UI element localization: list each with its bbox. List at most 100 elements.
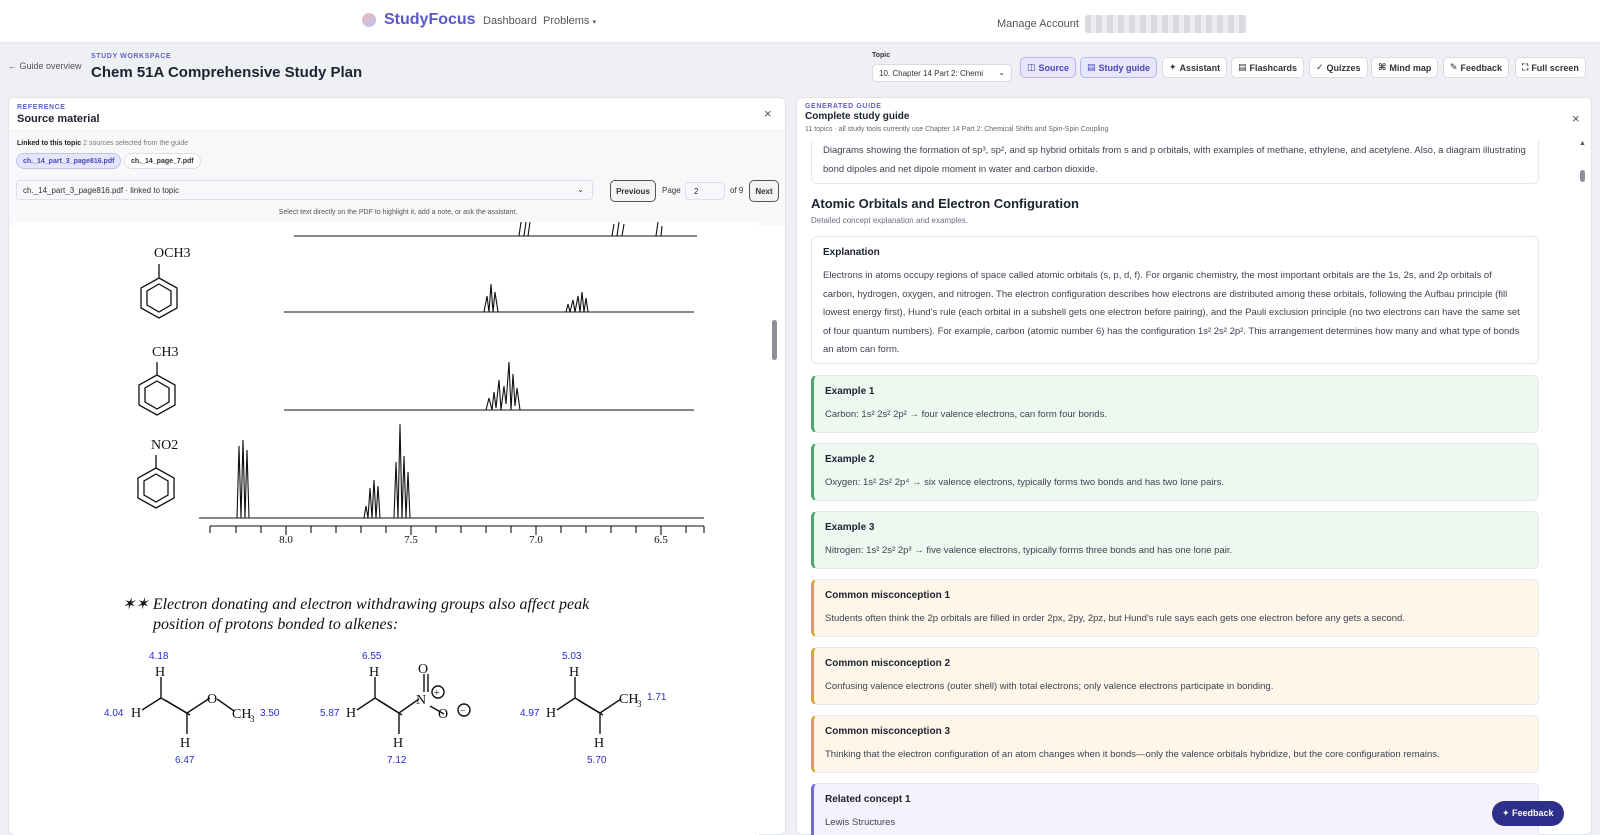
nav-dashboard-link[interactable]: Dashboard xyxy=(483,15,537,27)
guide-title: Complete study guide xyxy=(805,111,910,122)
svg-text:H: H xyxy=(594,736,604,751)
tool-feedback-button[interactable]: ✎ Feedback xyxy=(1443,57,1510,78)
pdf-page[interactable]: 8.0 7.5 7.0 6.5 OCH3 CH3 NO2 H H H O CH … xyxy=(14,222,759,835)
example-card: Example 3 Nitrogen: 1s² 2s² 2p³ → five v… xyxy=(811,511,1539,569)
card-title: Example 3 xyxy=(825,522,875,533)
page-count: of 9 xyxy=(730,186,744,195)
guide-subtitle: 11 topics · all study tools currently us… xyxy=(805,126,1109,133)
card-title: Related concept 1 xyxy=(825,794,911,805)
shift-label: 7.12 xyxy=(387,755,407,766)
assistant-icon: ✦ xyxy=(1169,62,1177,72)
misconception-card: Common misconception 1 Students often th… xyxy=(811,579,1539,637)
shift-label: 5.03 xyxy=(562,651,582,662)
guide-scrollbar[interactable]: ▲ xyxy=(1578,140,1588,835)
svg-text:H: H xyxy=(369,665,379,680)
shift-label: 5.87 xyxy=(320,708,340,719)
top-nav: StudyFocus Dashboard Problems ▾ Manage A… xyxy=(0,0,1600,43)
card-text: Electrons in atoms occupy regions of spa… xyxy=(823,270,1520,356)
full-screen-icon: ⛶ xyxy=(1522,62,1529,72)
tool-study-guide-button[interactable]: ▤ Study guide xyxy=(1080,57,1158,78)
axis-tick: 7.5 xyxy=(404,534,418,546)
pdf-note-text: ✶✶ Electron donating and electron withdr… xyxy=(122,596,590,633)
source-chip[interactable]: ch._14_page_7.pdf xyxy=(124,153,201,169)
svg-text:H: H xyxy=(131,706,141,721)
card-title: Example 2 xyxy=(825,454,875,465)
flashcards-icon: ▤ xyxy=(1238,62,1247,72)
source-eyebrow: REFERENCE xyxy=(17,104,66,111)
study-guide-icon: ▤ xyxy=(1087,62,1096,72)
substituent-label: OCH3 xyxy=(154,246,191,261)
svg-text:O: O xyxy=(438,707,448,722)
example-card: Example 1 Carbon: 1s² 2s² 2p² → four val… xyxy=(811,375,1539,433)
check-icon: ✓ xyxy=(1316,62,1324,72)
nav-problems-link[interactable]: Problems ▾ xyxy=(543,15,596,27)
shift-label: 1.71 xyxy=(647,692,667,703)
brand[interactable]: StudyFocus xyxy=(362,11,476,29)
card-title: Common misconception 2 xyxy=(825,658,951,669)
shift-label: 4.04 xyxy=(104,708,124,719)
previous-page-button[interactable]: Previous xyxy=(610,180,656,202)
card-text: Lewis Structures xyxy=(825,817,896,828)
card-text: Oxygen: 1s² 2s² 2p⁴ → six valence electr… xyxy=(825,477,1225,488)
pdf-scrollbar[interactable] xyxy=(771,222,779,835)
linked-label: Linked to this topic 2 sources selected … xyxy=(17,140,189,147)
card-title: Explanation xyxy=(823,247,880,258)
misconception-card: Common misconception 2 Confusing valence… xyxy=(811,647,1539,705)
card-text: Thinking that the electron configuration… xyxy=(825,749,1440,760)
source-chip[interactable]: ch._14_part_3_page816.pdf xyxy=(16,153,122,169)
shift-label: 5.70 xyxy=(587,755,607,766)
close-icon[interactable]: × xyxy=(1572,111,1580,126)
axis-tick: 6.5 xyxy=(654,534,668,546)
tool-assistant-button[interactable]: ✦ Assistant xyxy=(1162,57,1228,78)
account-email-redacted xyxy=(1084,15,1247,33)
source-title: Source material xyxy=(17,113,100,125)
manage-account[interactable]: Manage Account xyxy=(997,15,1247,33)
svg-text:+: + xyxy=(434,688,440,699)
card-text: Diagrams showing the formation of sp³, s… xyxy=(823,145,1526,175)
brand-name: StudyFocus xyxy=(384,11,476,28)
tool-mind-map-button[interactable]: ⌘ Mind map xyxy=(1371,57,1439,78)
guide-overview-link[interactable]: ← Guide overview xyxy=(8,61,82,71)
close-icon[interactable]: × xyxy=(764,106,772,121)
svg-text:H: H xyxy=(546,706,556,721)
feedback-fab-button[interactable]: ✦ Feedback xyxy=(1492,801,1564,826)
chevron-down-icon: ⌄ xyxy=(998,68,1005,77)
substituent-label: CH3 xyxy=(152,345,178,360)
scrollbar-thumb[interactable] xyxy=(1580,170,1585,182)
card-title: Common misconception 3 xyxy=(825,726,951,737)
file-select[interactable]: ch._14_part_3_page816.pdf · linked to to… xyxy=(16,180,593,200)
section-title: Atomic Orbitals and Electron Configurati… xyxy=(811,196,1079,211)
svg-text:O: O xyxy=(207,692,217,707)
svg-text:O: O xyxy=(418,662,428,677)
topic-select[interactable]: 10. Chapter 14 Part 2: Chemi ⌄ xyxy=(872,64,1012,82)
guide-content: Diagrams showing the formation of sp³, s… xyxy=(797,140,1577,835)
tool-quizzes-button[interactable]: ✓ Quizzes xyxy=(1309,57,1368,78)
mind-map-icon: ⌘ xyxy=(1378,62,1387,72)
card-title: Example 1 xyxy=(825,386,875,397)
scrollbar-thumb[interactable] xyxy=(772,320,777,360)
page-title: Chem 51A Comprehensive Study Plan xyxy=(91,64,363,81)
svg-text:H: H xyxy=(569,665,579,680)
svg-text:H: H xyxy=(180,736,190,751)
card-text: Students often think the 2p orbitals are… xyxy=(825,613,1405,624)
section-subtitle: Detailed concept explanation and example… xyxy=(811,216,968,225)
example-card: Example 2 Oxygen: 1s² 2s² 2p⁴ → six vale… xyxy=(811,443,1539,501)
card-text: Carbon: 1s² 2s² 2p² → four valence elect… xyxy=(825,409,1107,420)
svg-text:H: H xyxy=(393,736,403,751)
shift-label: 6.47 xyxy=(175,755,195,766)
tool-source-button[interactable]: ◫ Source xyxy=(1020,57,1077,78)
source-icon: ◫ xyxy=(1027,62,1036,72)
svg-text:H: H xyxy=(346,706,356,721)
scroll-up-icon[interactable]: ▲ xyxy=(1579,140,1586,147)
shift-label: 4.97 xyxy=(520,708,540,719)
page-number-input[interactable]: 2 xyxy=(685,182,725,200)
next-page-button[interactable]: Next xyxy=(749,180,779,202)
svg-text:CH: CH xyxy=(232,707,251,722)
axis-tick: 8.0 xyxy=(279,534,293,546)
explanation-card: Explanation Electrons in atoms occupy re… xyxy=(811,236,1539,364)
misconception-card: Common misconception 3 Thinking that the… xyxy=(811,715,1539,773)
tool-flashcards-button[interactable]: ▤ Flashcards xyxy=(1231,57,1305,78)
tool-full-screen-button[interactable]: ⛶ Full screen xyxy=(1515,57,1586,78)
guide-panel: GENERATED GUIDE Complete study guide 11 … xyxy=(796,97,1592,835)
svg-text:−: − xyxy=(460,706,466,717)
